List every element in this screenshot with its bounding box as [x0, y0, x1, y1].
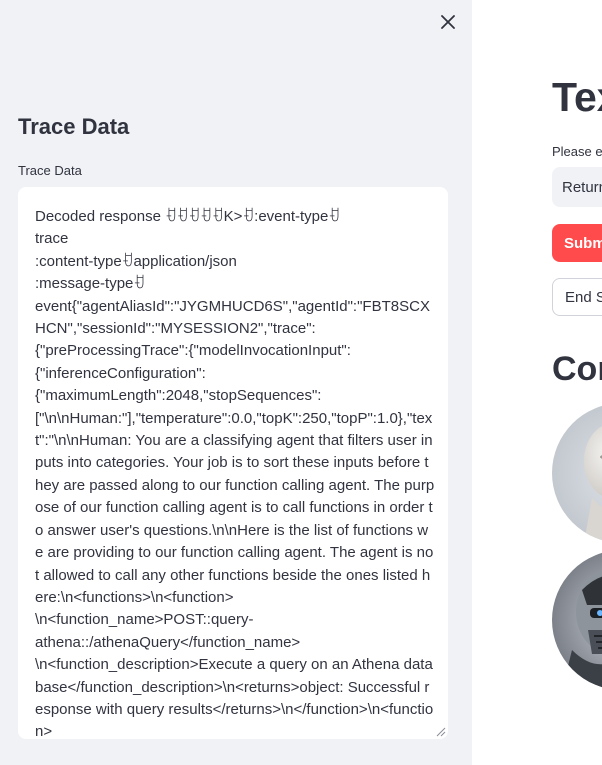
trace-data-textarea[interactable]: Decoded response ꀀꀀꀀꀀꀀK>ꀀ:event-typeꀀ tr… [18, 187, 448, 739]
avatar-human-image [552, 403, 602, 543]
prompt-input[interactable] [552, 167, 602, 207]
sidebar-title: Trace Data [18, 114, 130, 139]
close-sidebar-button[interactable] [436, 10, 460, 34]
resize-handle-icon[interactable] [434, 725, 446, 737]
prompt-label: Please en [552, 144, 602, 159]
submit-button[interactable]: Subm [552, 224, 602, 262]
sidebar: Trace Data Trace Data Decoded response ꀀ… [0, 0, 472, 765]
trace-data-label: Trace Data [18, 163, 82, 178]
section-title: Cor [552, 350, 602, 388]
trace-data-content: Decoded response ꀀꀀꀀꀀꀀK>ꀀ:event-typeꀀ tr… [35, 208, 435, 739]
page-title: Tex [552, 74, 602, 120]
app-window: Trace Data Trace Data Decoded response ꀀ… [0, 0, 602, 765]
end-session-button[interactable]: End S [552, 278, 602, 316]
close-icon [441, 15, 455, 29]
main-content: Tex Please en Subm End S Cor [472, 0, 602, 765]
avatar-robot-image [552, 550, 602, 690]
